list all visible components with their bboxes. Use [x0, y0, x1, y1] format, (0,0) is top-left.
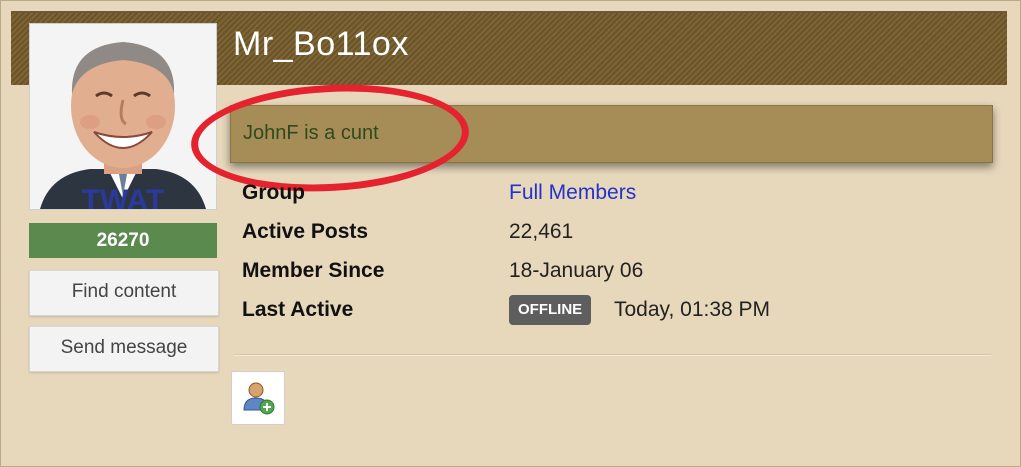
- divider: [234, 354, 991, 356]
- group-link[interactable]: Full Members: [509, 181, 636, 205]
- reputation-badge: 26270: [29, 223, 217, 258]
- last-active-value: Today, 01:38 PM: [614, 298, 771, 321]
- offline-badge: OFFLINE: [509, 295, 592, 325]
- member-since-value: 18-January 06: [509, 259, 644, 282]
- username[interactable]: Mr_Bo11ox: [233, 25, 409, 64]
- posts-value: 22,461: [509, 220, 574, 243]
- group-label: Group: [242, 181, 305, 204]
- find-content-button[interactable]: Find content: [29, 270, 219, 316]
- avatar[interactable]: TWAT: [29, 23, 217, 210]
- avatar-photo: TWAT: [30, 24, 216, 209]
- posts-label: Active Posts: [242, 220, 369, 243]
- send-message-button[interactable]: Send message: [29, 326, 219, 372]
- user-add-icon: [243, 382, 275, 415]
- profile-card: Mr_Bo11ox TWAT 26270 Find content Send m…: [0, 0, 1021, 467]
- avatar-caption: TWAT: [82, 184, 165, 209]
- member-since-label: Member Since: [242, 259, 385, 282]
- last-active-label: Last Active: [242, 298, 354, 321]
- annotation-circle: [188, 77, 472, 199]
- add-friend-button[interactable]: [231, 371, 285, 425]
